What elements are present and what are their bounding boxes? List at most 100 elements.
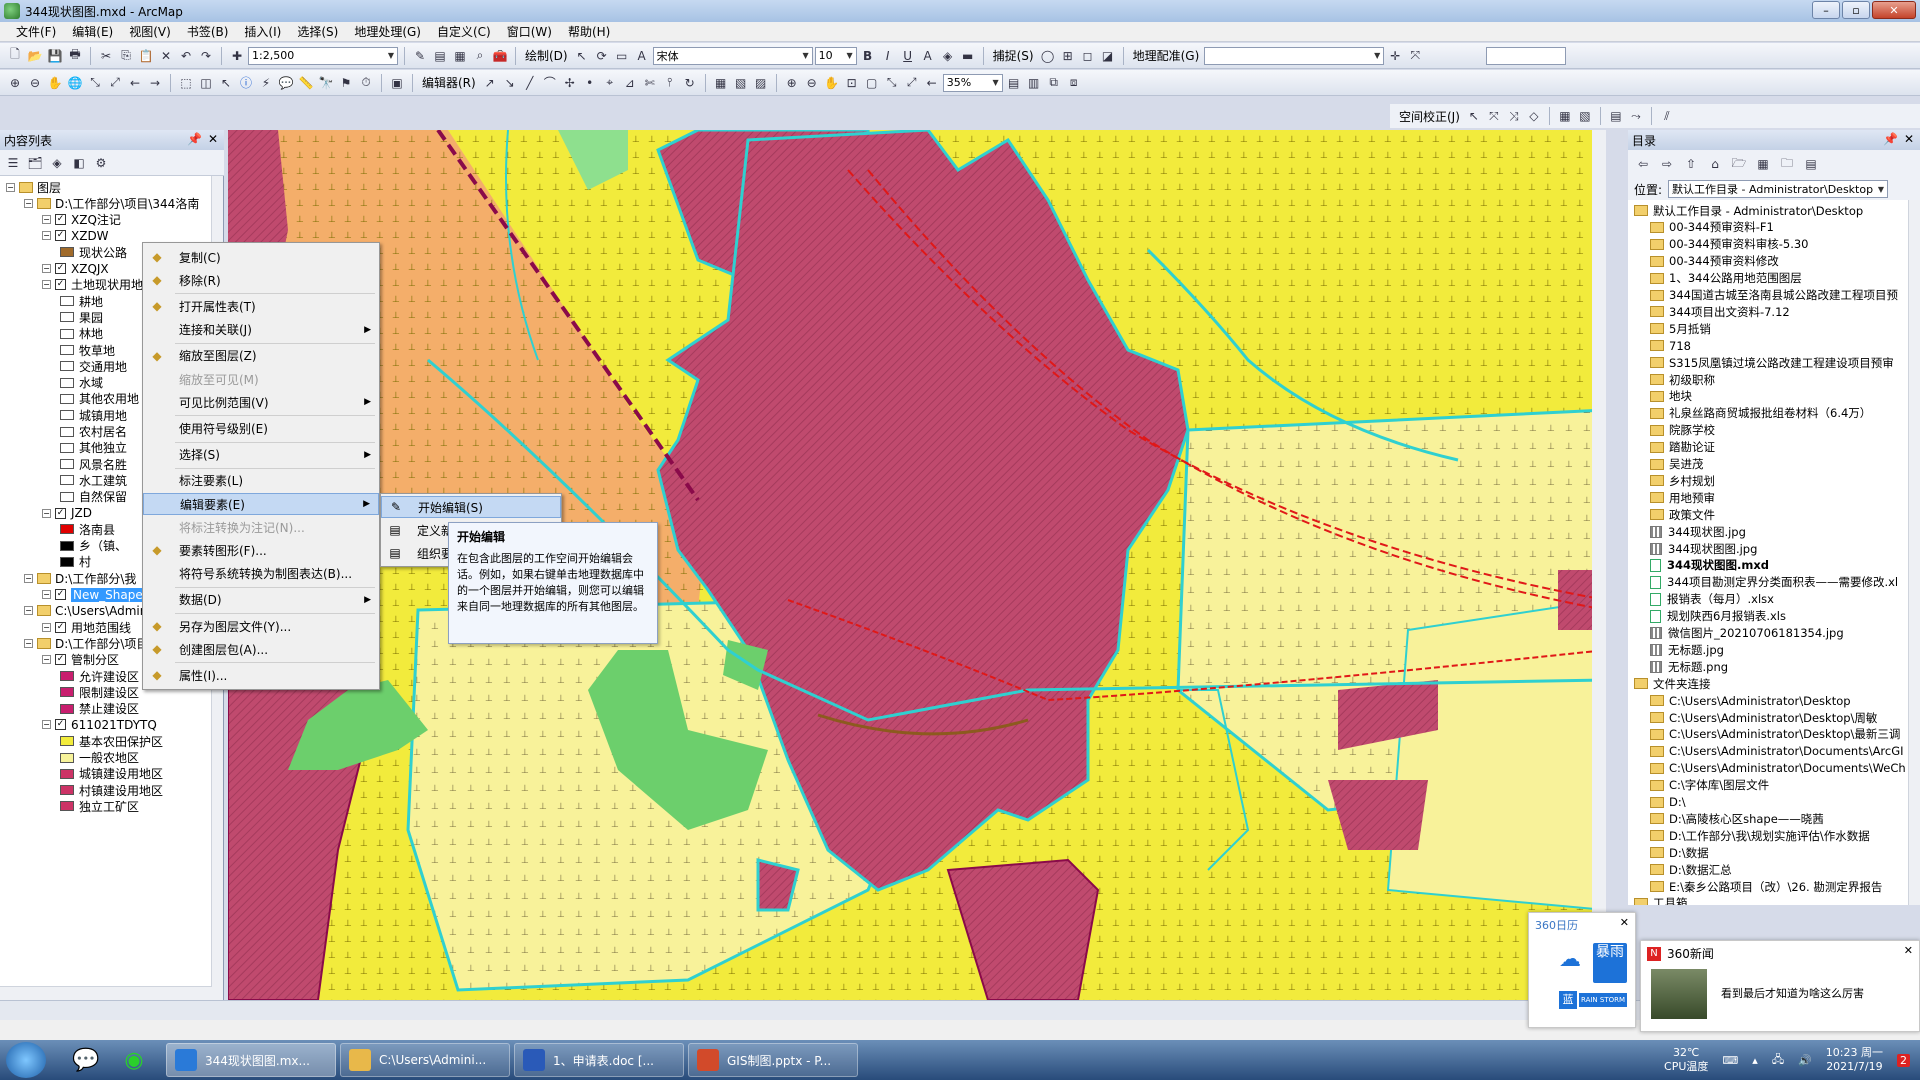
new-folder-icon[interactable]: 🗀	[1778, 155, 1796, 173]
find-icon[interactable]: 🔭	[317, 74, 335, 92]
edit-annotation-icon[interactable]: ↘	[501, 74, 519, 92]
catalog-item[interactable]: 工具箱	[1634, 895, 1688, 905]
snapping-menu[interactable]: 捕捉(S)	[990, 47, 1037, 64]
catalog-item[interactable]: D:\工作部分\我\规划实施评估\作水数据	[1650, 827, 1870, 844]
catalog-item[interactable]: 00-344预审资料-F1	[1650, 219, 1774, 236]
new-document-icon[interactable]: 🗋	[6, 47, 24, 65]
context-menu-item[interactable]: ◆ 打开属性表(T)	[143, 295, 379, 317]
toggle-contents-icon[interactable]: ▤	[1802, 155, 1820, 173]
news-headline[interactable]: 看到最后才知道为啥这么厉害	[1721, 985, 1864, 1001]
context-menu-item[interactable]: ◆ 属性(I)...	[143, 664, 379, 686]
catalog-item[interactable]: 地块	[1650, 388, 1692, 405]
catalog-vscroll[interactable]	[1908, 200, 1920, 905]
toc-window-icon[interactable]: ▤	[431, 47, 449, 65]
catalog-item[interactable]: 规划陕西6月报销表.xls	[1650, 608, 1786, 625]
layout-fixed-out-icon[interactable]: ⤢	[903, 74, 921, 92]
edit-vertices-icon[interactable]: ⌖	[601, 74, 619, 92]
expand-icon[interactable]: −	[24, 638, 33, 648]
catalog-item[interactable]: 344现状图.jpg	[1650, 523, 1746, 540]
menu-3[interactable]: 书签(B)	[179, 23, 237, 40]
catalog-pin-icon[interactable]: 📌	[1883, 132, 1898, 146]
zoom-out-icon[interactable]: ⊖	[26, 74, 44, 92]
rotate-icon[interactable]: ⟳	[593, 47, 611, 65]
context-menu-item[interactable]: ◆ 要素转图形(F)...	[143, 539, 379, 561]
location-combo[interactable]: 默认工作目录 - Administrator\Desktop ▼	[1668, 180, 1889, 198]
create-viewer-icon[interactable]: ▣	[388, 74, 406, 92]
new-link-icon[interactable]: ⤧	[1485, 107, 1503, 125]
edge-snap-icon[interactable]: ◪	[1099, 47, 1117, 65]
georef-link-icon[interactable]: ⤧	[1406, 47, 1424, 65]
catalog-item[interactable]: 踏勘论证	[1650, 439, 1715, 456]
trace-icon[interactable]: ✢	[561, 74, 579, 92]
layer-visibility-checkbox[interactable]: ✓	[55, 507, 66, 519]
close-button[interactable]: ✕	[1872, 1, 1916, 19]
toc-node[interactable]: − D:\工作部分\项目\344洛南	[24, 194, 199, 212]
toc-options-icon[interactable]: ⚙	[92, 154, 110, 172]
fixed-zoom-in-icon[interactable]: ⤡	[86, 74, 104, 92]
delete-icon[interactable]: ✕	[157, 47, 175, 65]
point-snap-icon[interactable]: ◯	[1039, 47, 1057, 65]
menu-5[interactable]: 选择(S)	[289, 23, 346, 40]
toggle-draft-icon[interactable]: ▤	[1005, 74, 1023, 92]
toc-node[interactable]: 林地	[60, 325, 103, 343]
layout-zoom-in-icon[interactable]: ⊕	[783, 74, 801, 92]
focus-frame-icon[interactable]: ▥	[1025, 74, 1043, 92]
clock[interactable]: 10:23 周一 2021/7/19	[1826, 1046, 1883, 1074]
news-close-icon[interactable]: ✕	[1904, 944, 1913, 957]
italic-icon[interactable]: I	[879, 47, 897, 65]
layer-visibility-checkbox[interactable]: ✓	[55, 230, 66, 242]
expand-icon[interactable]: −	[6, 182, 15, 192]
rectangle-icon[interactable]: ▭	[613, 47, 631, 65]
list-by-drawing-order-icon[interactable]: ☰	[4, 154, 22, 172]
multi-link-icon[interactable]: ◇	[1525, 107, 1543, 125]
catalog-item[interactable]: 718	[1650, 337, 1691, 354]
layer-visibility-checkbox[interactable]: ✓	[55, 589, 66, 600]
toc-node[interactable]: 允许建设区	[60, 667, 139, 685]
menu-6[interactable]: 地理处理(G)	[346, 23, 429, 40]
layout-fixed-in-icon[interactable]: ⤡	[883, 74, 901, 92]
layout-zoom-whole-icon[interactable]: ⊡	[843, 74, 861, 92]
minimize-button[interactable]: –	[1812, 1, 1840, 19]
select-arrow-icon[interactable]: ↖	[1465, 107, 1483, 125]
toc-node[interactable]: 其他独立	[60, 439, 127, 457]
catalog-item[interactable]: 初级职称	[1650, 371, 1715, 388]
toc-node[interactable]: − ✓ XZQJX	[42, 260, 109, 278]
attributes-icon[interactable]: ▦	[712, 74, 730, 92]
home-icon[interactable]: ⌂	[1706, 155, 1724, 173]
catalog-item[interactable]: 00-344预审资料审核-5.30	[1650, 236, 1809, 253]
fill-color-icon[interactable]: ◈	[939, 47, 957, 65]
editor-toolbar-icon[interactable]: ✎	[411, 47, 429, 65]
toc-node[interactable]: 乡（镇、	[60, 537, 127, 555]
select-elements-arrow-icon[interactable]: ↖	[217, 74, 235, 92]
catalog-item[interactable]: C:\Users\Administrator\Desktop	[1650, 692, 1851, 709]
toc-node[interactable]: 现状公路	[60, 243, 127, 261]
toc-node[interactable]: 城镇建设用地区	[60, 765, 163, 783]
context-menu-item[interactable]: 可见比例范围(V) ▶	[143, 391, 379, 413]
tray-expand-icon[interactable]: ▴	[1752, 1054, 1758, 1067]
fixed-zoom-out-icon[interactable]: ⤢	[106, 74, 124, 92]
context-menu-item[interactable]: ◆ 缩放至图层(Z)	[143, 345, 379, 367]
add-data-icon[interactable]: ✚	[228, 47, 246, 65]
cut-polygons-icon[interactable]: ✄	[641, 74, 659, 92]
font-size-combo[interactable]: 10 ▼	[814, 46, 857, 65]
context-menu-item[interactable]: 标注要素(L)	[143, 470, 379, 492]
catalog-item[interactable]: 344国道古城至洛南县城公路改建工程项目预	[1650, 287, 1898, 304]
catalog-item[interactable]: 政策文件	[1650, 506, 1715, 523]
change-layout-icon[interactable]: ⧉	[1045, 74, 1063, 92]
point-icon[interactable]: •	[581, 74, 599, 92]
submenu-item[interactable]: ✎ 开始编辑(S)	[381, 496, 561, 518]
catalog-item[interactable]: 礼泉丝路商贸城报批组卷材料（6.4万）	[1650, 405, 1871, 422]
context-menu-item[interactable]: ◆ 创建图层包(A)...	[143, 638, 379, 660]
catalog-item[interactable]: 吴进茂	[1650, 456, 1704, 473]
time-slider-icon[interactable]: ⏱	[357, 74, 375, 92]
toc-node[interactable]: 农村居名	[60, 423, 127, 441]
print-icon[interactable]: 🖶	[66, 47, 84, 65]
expand-icon[interactable]: −	[42, 280, 51, 290]
up-one-level-icon[interactable]: ⇧	[1682, 155, 1700, 173]
toc-node[interactable]: 自然保留	[60, 488, 127, 506]
toc-node[interactable]: 独立工矿区	[60, 797, 139, 815]
catalog-item[interactable]: C:\Users\Administrator\Desktop\最新三调	[1650, 726, 1900, 743]
toc-node[interactable]: − D:\工作部分\我	[24, 569, 136, 587]
list-by-source-icon[interactable]: 🗂	[26, 154, 44, 172]
toc-node[interactable]: 水工建筑	[60, 471, 127, 489]
